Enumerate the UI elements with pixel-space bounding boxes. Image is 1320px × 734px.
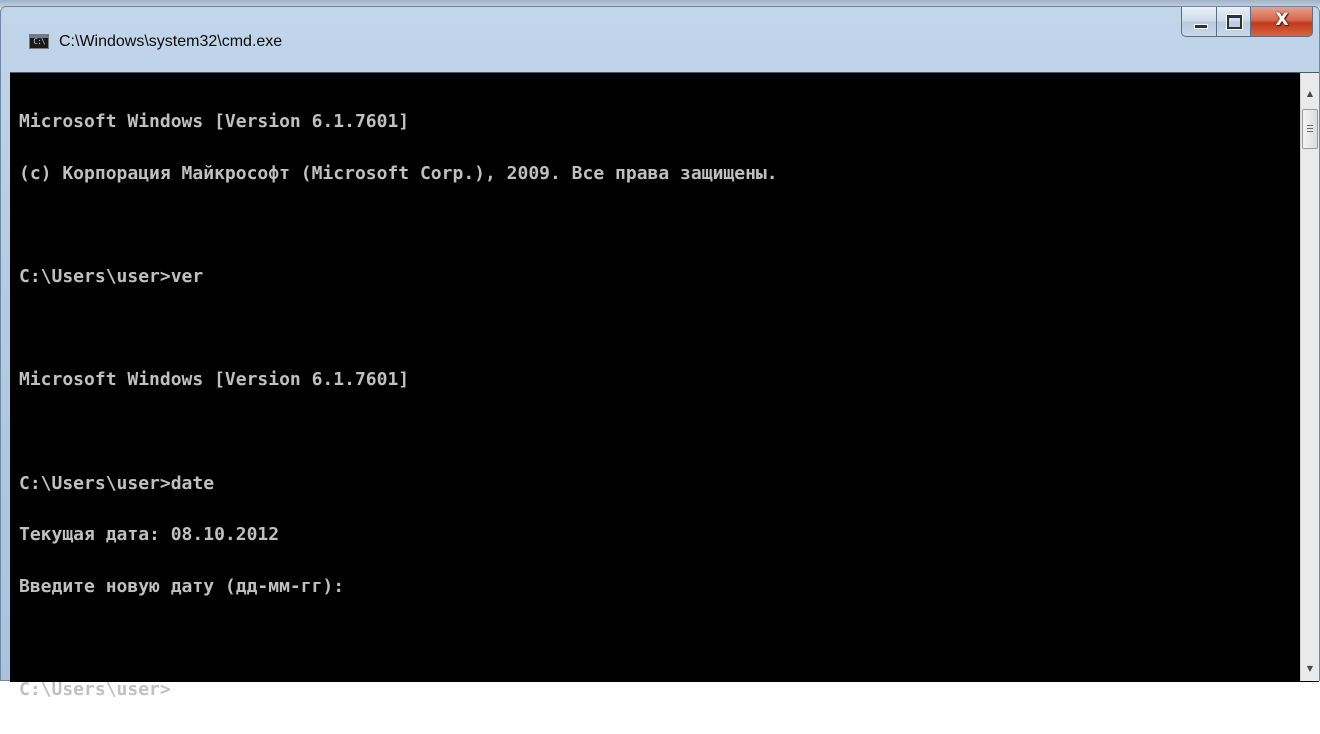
console-prompt[interactable]: C:\Users\user> bbox=[19, 680, 1289, 698]
console-text: Microsoft Windows [Version 6.1.7601] (c)… bbox=[19, 79, 1289, 733]
scroll-up-icon[interactable]: ▲ bbox=[1301, 85, 1319, 102]
console-line: Текущая дата: 08.10.2012 bbox=[19, 524, 280, 546]
grip-line bbox=[1307, 125, 1313, 126]
console-line: Введите новую дату (дд-мм-гг): bbox=[19, 575, 345, 597]
console-output[interactable]: Microsoft Windows [Version 6.1.7601] (c)… bbox=[10, 72, 1319, 699]
console-line: (c) Корпорация Майкрософт (Microsoft Cor… bbox=[19, 163, 778, 184]
minimize-button[interactable] bbox=[1181, 7, 1217, 37]
scroll-down-icon[interactable]: ▼ bbox=[1301, 660, 1319, 677]
close-icon: X bbox=[1275, 10, 1289, 30]
maximize-icon bbox=[1226, 14, 1243, 30]
window-title: C:\Windows\system32\cmd.exe bbox=[59, 33, 283, 50]
cmd-window[interactable]: C:\ C:\Windows\system32\cmd.exe X Micros… bbox=[0, 6, 1320, 699]
console-line: C:\Users\user>ver bbox=[19, 266, 204, 288]
close-button[interactable]: X bbox=[1251, 7, 1313, 37]
window-controls: X bbox=[1181, 7, 1313, 37]
scroll-thumb[interactable] bbox=[1302, 109, 1318, 149]
console-line: Microsoft Windows [Version 6.1.7601] bbox=[19, 111, 410, 133]
console-line: C:\Users\user>date bbox=[19, 472, 215, 494]
minimize-icon bbox=[1194, 24, 1208, 29]
grip-line bbox=[1307, 128, 1313, 129]
console-line: Microsoft Windows [Version 6.1.7601] bbox=[19, 369, 410, 391]
vertical-scrollbar[interactable]: ▲ ▼ bbox=[1300, 73, 1319, 681]
grip-line bbox=[1307, 131, 1313, 132]
maximize-button[interactable] bbox=[1217, 7, 1251, 37]
title-bar[interactable]: C:\ C:\Windows\system32\cmd.exe X bbox=[1, 7, 1319, 71]
cmd-icon[interactable]: C:\ bbox=[29, 34, 49, 49]
